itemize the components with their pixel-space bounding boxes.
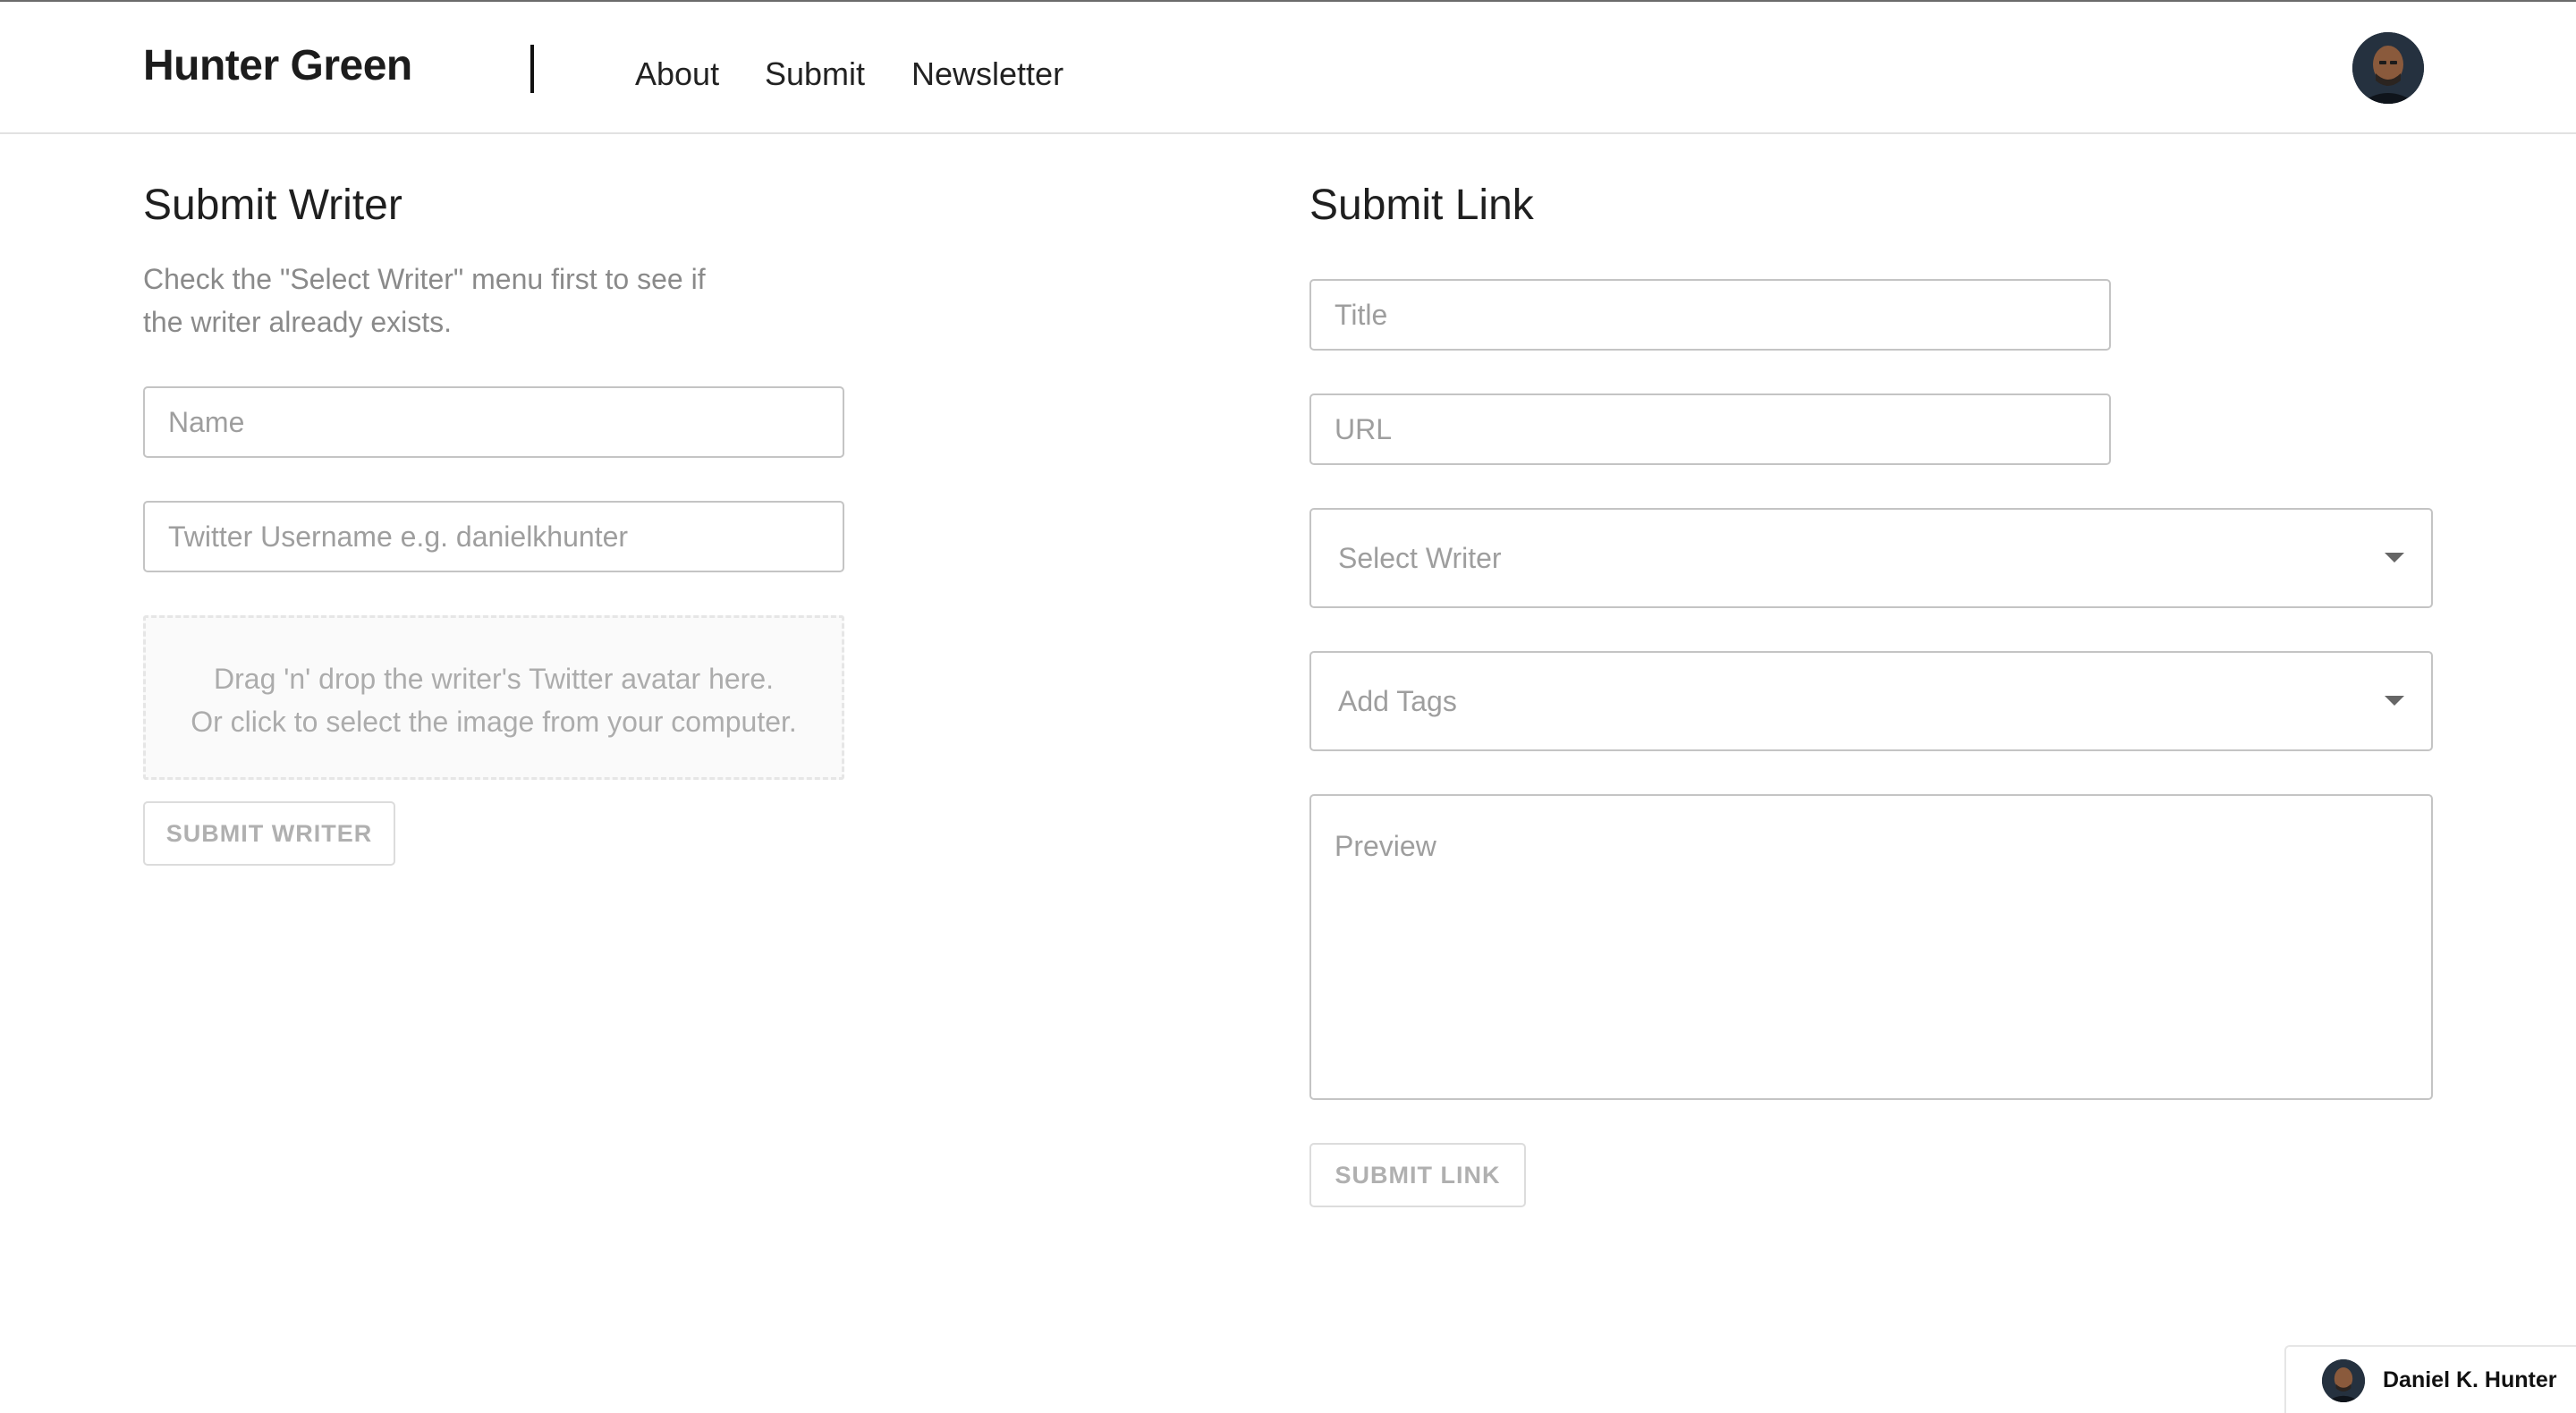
twitter-username-input[interactable]: [143, 501, 844, 572]
nav-about-link[interactable]: About: [635, 55, 719, 93]
link-url-input[interactable]: [1309, 393, 2111, 465]
avatar-image: [2352, 32, 2424, 104]
writer-name-input[interactable]: [143, 386, 844, 458]
add-tags-dropdown[interactable]: Add Tags: [1309, 651, 2433, 751]
submit-link-title: Submit Link: [1309, 182, 1534, 229]
author-avatar: [2322, 1359, 2365, 1402]
nav-submit-link[interactable]: Submit: [765, 55, 865, 93]
user-avatar[interactable]: [2352, 32, 2424, 104]
dropzone-instruction-line1: Drag 'n' drop the writer's Twitter avata…: [214, 663, 774, 695]
select-writer-dropdown[interactable]: Select Writer: [1309, 508, 2433, 608]
dropzone-instruction-line2: Or click to select the image from your c…: [191, 706, 797, 738]
author-credit-badge[interactable]: Daniel K. Hunter: [2284, 1345, 2576, 1413]
nav-newsletter-link[interactable]: Newsletter: [911, 55, 1063, 93]
avatar-dropzone[interactable]: Drag 'n' drop the writer's Twitter avata…: [143, 615, 844, 780]
preview-textarea[interactable]: [1309, 794, 2433, 1100]
chevron-down-icon: [2385, 553, 2404, 563]
select-writer-label: Select Writer: [1338, 542, 1502, 574]
submit-writer-help-text: Check the "Select Writer" menu first to …: [143, 263, 706, 338]
author-name: Daniel K. Hunter: [2383, 1367, 2557, 1392]
submit-writer-button[interactable]: SUBMIT WRITER: [143, 801, 395, 866]
site-header: Hunter Green About Submit Newsletter: [0, 2, 2576, 134]
submit-link-button[interactable]: SUBMIT LINK: [1309, 1143, 1526, 1207]
add-tags-label: Add Tags: [1338, 685, 1457, 717]
link-title-input[interactable]: [1309, 279, 2111, 351]
header-divider: [530, 45, 534, 93]
submit-writer-title: Submit Writer: [143, 182, 402, 229]
chevron-down-icon: [2385, 696, 2404, 706]
author-avatar-image: [2322, 1359, 2365, 1402]
brand-logo[interactable]: Hunter Green: [143, 41, 412, 90]
